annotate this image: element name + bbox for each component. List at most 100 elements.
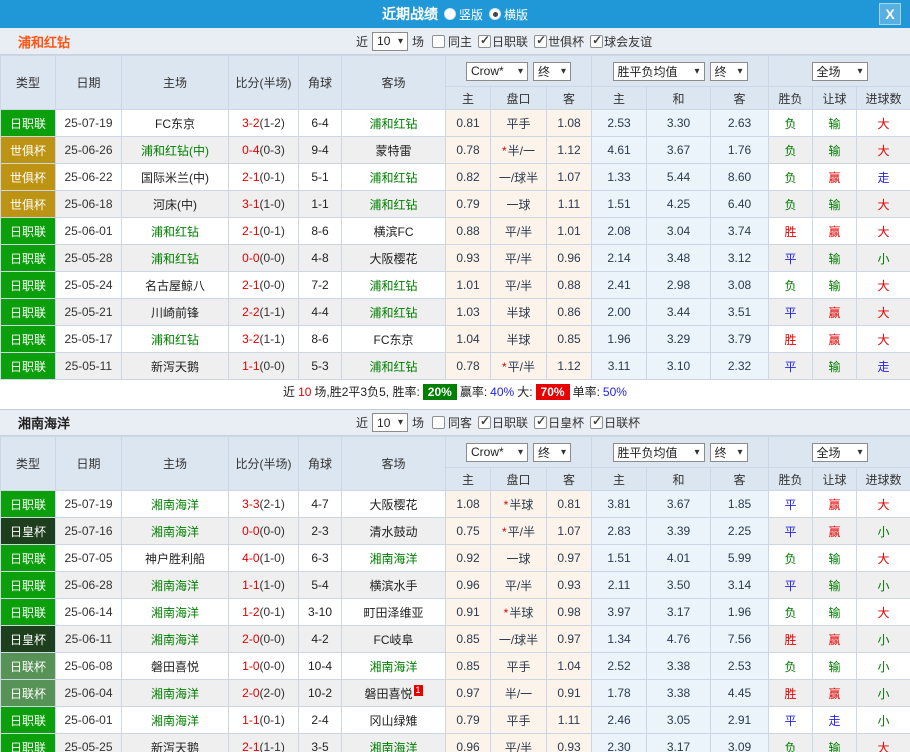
crow-home-odds: 1.04 — [445, 325, 491, 353]
corner-score: 3-10 — [298, 598, 342, 626]
avg-draw-odds: 3.39 — [646, 517, 712, 545]
match-row: 世俱杯 25-06-22 国际米兰(中) 2-1(0-1) 5-1 浦和红钻 0.82 一/球… — [0, 163, 910, 191]
result-verdict: 负 — [768, 190, 814, 218]
avg-away-odds: 1.76 — [710, 136, 770, 164]
goals-verdict: 小 — [856, 706, 910, 734]
avg-home-odds: 2.41 — [591, 271, 648, 299]
match-date: 25-05-11 — [55, 352, 122, 380]
match-row: 日职联 25-05-11 新泻天鹅 1-1(0-0) 5-3 浦和红钻 0.78 *平/半 1.… — [0, 352, 910, 380]
avg-odds-group: 胜平负均值 终 — [591, 55, 770, 87]
avg-away-odds: 2.63 — [710, 109, 770, 137]
home-team: 河床(中) — [121, 190, 229, 218]
team-name: 浦和红钻 — [18, 34, 71, 50]
scope-group: 全场 — [768, 55, 910, 87]
league-badge: 世俱杯 — [0, 190, 56, 218]
bookmaker-select[interactable]: Crow* — [466, 442, 528, 462]
league-filter-checkbox-3[interactable]: 球会友谊 — [590, 33, 652, 50]
away-team: 湘南海洋 — [341, 544, 446, 572]
league-badge: 日皇杯 — [0, 625, 56, 653]
handicap-line: 平/半 — [490, 244, 547, 272]
league-filter-checkbox-1[interactable]: 日职联 — [478, 414, 528, 431]
league-filter-checkbox-2[interactable]: 世俱杯 — [534, 33, 584, 50]
col-header-score: 比分(半场) — [228, 436, 299, 491]
handicap-line: 平手 — [490, 706, 547, 734]
handicap-line: 半球 — [490, 298, 547, 326]
goals-verdict: 大 — [856, 298, 910, 326]
goals-verdict: 大 — [856, 271, 910, 299]
bookmaker-select[interactable]: Crow* — [466, 61, 528, 81]
odds-time-select[interactable]: 终 — [533, 442, 571, 462]
close-icon[interactable]: X — [879, 3, 901, 25]
home-team: 湘南海洋 — [121, 571, 229, 599]
league-filter-checkbox-3[interactable]: 日联杯 — [590, 414, 640, 431]
goals-verdict: 走 — [856, 352, 910, 380]
match-date: 25-06-22 — [55, 163, 122, 191]
result-verdict: 负 — [768, 598, 814, 626]
sub-col-away-odds: 客 — [545, 467, 593, 491]
league-badge: 日职联 — [0, 298, 56, 326]
match-date: 25-06-08 — [55, 652, 122, 680]
result-verdict: 平 — [768, 298, 814, 326]
recent-count-select[interactable]: 10 — [372, 413, 409, 432]
games-label: 场 — [412, 34, 425, 49]
goals-verdict: 大 — [856, 325, 910, 353]
crow-home-odds: 0.88 — [445, 217, 491, 245]
avg-home-odds: 1.51 — [591, 190, 648, 218]
sub-col-goals: 进球数 — [856, 86, 910, 110]
crow-away-odds: 1.12 — [545, 136, 593, 164]
recent-results-popup: 近期战绩 竖版 横版 X 浦和红钻 近 10 场 同主 — [0, 0, 910, 752]
recent-count-select[interactable]: 10 — [372, 31, 409, 51]
same-venue-checkbox[interactable]: 同主 — [432, 33, 472, 50]
goals-verdict: 大 — [856, 109, 910, 137]
avg-odds-select[interactable]: 胜平负均值 — [612, 61, 705, 81]
league-badge: 日职联 — [0, 733, 56, 752]
avg-odds-select[interactable]: 胜平负均值 — [612, 442, 705, 462]
avg-draw-odds: 3.48 — [646, 244, 712, 272]
league-filter-checkbox-2[interactable]: 日皇杯 — [534, 414, 584, 431]
league-filter-checkbox-1[interactable]: 日职联 — [478, 33, 528, 50]
handicap-verdict: 赢 — [812, 163, 858, 191]
sub-col-avg-home: 主 — [591, 467, 648, 491]
match-date: 25-06-26 — [55, 136, 122, 164]
away-team: 冈山绿雉 — [341, 706, 446, 734]
sub-col-avg-draw: 和 — [646, 86, 712, 110]
checkbox-icon — [432, 416, 446, 429]
match-row: 日联杯 25-06-08 磐田喜悦 1-0(0-0) 10-4 湘南海洋 0.85 平手 1.0… — [0, 652, 910, 680]
crow-home-odds: 0.91 — [445, 598, 491, 626]
home-team: FC东京 — [121, 109, 229, 137]
home-team: 湘南海洋 — [121, 679, 229, 707]
popup-title: 近期战绩 — [381, 6, 438, 22]
handicap-verdict: 输 — [812, 136, 858, 164]
avg-away-odds: 3.09 — [710, 733, 770, 752]
avg-time-select[interactable]: 终 — [709, 61, 748, 81]
result-verdict: 平 — [768, 517, 814, 545]
avg-away-odds: 4.45 — [710, 679, 770, 707]
crow-home-odds: 1.03 — [445, 298, 491, 326]
score-halftime: 1-1(1-0) — [228, 571, 299, 599]
scope-select[interactable]: 全场 — [811, 442, 868, 462]
avg-odds-group: 胜平负均值 终 — [591, 436, 770, 468]
avg-away-odds: 1.85 — [710, 490, 770, 518]
same-venue-checkbox[interactable]: 同客 — [432, 414, 472, 431]
odds-time-select[interactable]: 终 — [533, 61, 571, 81]
handicap-verdict: 输 — [812, 733, 858, 752]
avg-home-odds: 2.11 — [591, 571, 648, 599]
sub-col-goals: 进球数 — [856, 467, 910, 491]
layout-radio-vertical[interactable]: 竖版 — [443, 6, 483, 23]
match-date: 25-06-11 — [55, 625, 122, 653]
handicap-verdict: 输 — [812, 571, 858, 599]
match-history-table: 类型 日期 主场 比分(半场) 角球 客场 Crow* 终 胜平负均值 — [0, 55, 910, 380]
sub-col-home-odds: 主 — [445, 86, 491, 110]
scope-select[interactable]: 全场 — [811, 61, 868, 81]
avg-time-select[interactable]: 终 — [709, 442, 748, 462]
result-verdict: 平 — [768, 571, 814, 599]
goals-verdict: 大 — [856, 136, 910, 164]
score-halftime: 0-0(0-0) — [228, 517, 299, 545]
crow-home-odds: 1.01 — [445, 271, 491, 299]
home-team: 神户胜利船 — [121, 544, 229, 572]
corner-score: 5-4 — [298, 571, 342, 599]
match-row: 日职联 25-05-21 川崎前锋 2-2(1-1) 4-4 浦和红钻 1.03 半球 0.86… — [0, 298, 910, 326]
filter-bar: 近 10 场 同客 日职联 日皇杯 日联杯 — [356, 410, 640, 435]
layout-radio-horizontal[interactable]: 横版 — [489, 6, 528, 23]
sub-col-result: 胜负 — [768, 467, 814, 491]
